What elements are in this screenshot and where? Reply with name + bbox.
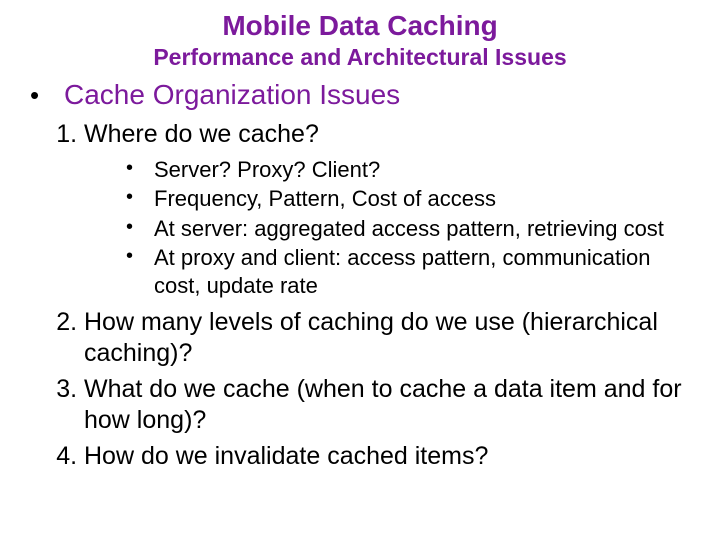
bullet-icon: • — [28, 79, 64, 111]
heading-row: • Cache Organization Issues — [28, 79, 692, 111]
list-item: How many levels of caching do we use (hi… — [84, 307, 692, 368]
list-item-text: Where do we cache? — [84, 120, 319, 148]
list-item: Where do we cache? Server? Proxy? Client… — [84, 119, 692, 299]
slide: Mobile Data Caching Performance and Arch… — [0, 0, 720, 540]
slide-subtitle: Performance and Architectural Issues — [28, 44, 692, 71]
sub-item: At server: aggregated access pattern, re… — [120, 215, 692, 243]
slide-title: Mobile Data Caching — [28, 10, 692, 42]
sub-item: At proxy and client: access pattern, com… — [120, 244, 692, 299]
sub-item: Server? Proxy? Client? — [120, 156, 692, 184]
list-item: What do we cache (when to cache a data i… — [84, 374, 692, 435]
sub-list: Server? Proxy? Client? Frequency, Patter… — [120, 156, 692, 300]
list-item: How do we invalidate cached items? — [84, 441, 692, 472]
sub-item: Frequency, Pattern, Cost of access — [120, 185, 692, 213]
main-list: Where do we cache? Server? Proxy? Client… — [58, 119, 692, 472]
section-heading: Cache Organization Issues — [64, 79, 400, 111]
